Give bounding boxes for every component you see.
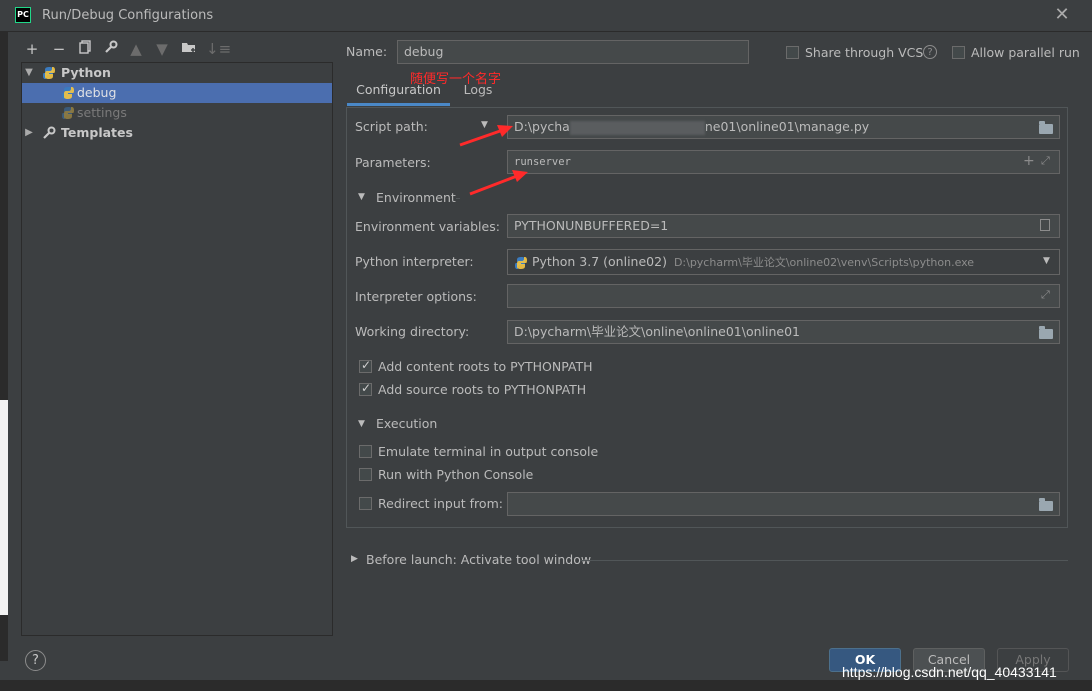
- tree-item-templates[interactable]: ▶ Templates: [22, 123, 332, 143]
- section-divider: [580, 560, 1068, 561]
- allow-parallel-checkbox[interactable]: [952, 46, 965, 59]
- interpreter-select[interactable]: Python 3.7 (online02) D:\pycharm\毕业论文\on…: [507, 249, 1060, 275]
- parameters-label: Parameters:: [355, 155, 431, 170]
- add-icon[interactable]: +: [23, 40, 41, 58]
- tree-item-settings[interactable]: settings: [22, 103, 332, 123]
- redirect-input-field[interactable]: [507, 492, 1060, 516]
- pycharm-icon: PC: [15, 7, 31, 23]
- tab-label: Configuration: [356, 82, 441, 97]
- python-icon: [43, 67, 55, 79]
- share-vcs-label: Share through VCS: [805, 45, 924, 60]
- tree-item-label: Python: [61, 65, 111, 80]
- tab-underline: [347, 103, 450, 106]
- run-python-console-checkbox[interactable]: [359, 468, 372, 481]
- allow-parallel-label: Allow parallel run: [971, 45, 1080, 60]
- interpreter-label: Python interpreter:: [355, 254, 474, 269]
- interpreter-options-input[interactable]: [507, 284, 1060, 308]
- add-source-roots-checkbox[interactable]: [359, 381, 372, 396]
- collapse-arrow-icon[interactable]: ▼: [358, 192, 365, 202]
- expand-arrow-icon[interactable]: ▶: [24, 123, 34, 143]
- background-status-strip: [0, 680, 1092, 691]
- share-vcs-checkbox[interactable]: [786, 46, 799, 59]
- help-button[interactable]: ?: [25, 650, 46, 671]
- python-icon: [62, 107, 74, 119]
- window-title: Run/Debug Configurations: [42, 8, 214, 23]
- tree-item-debug[interactable]: debug: [22, 83, 332, 103]
- env-vars-input[interactable]: PYTHONUNBUFFERED=1: [507, 214, 1060, 238]
- env-vars-label: Environment variables:: [355, 219, 500, 234]
- tab-logs[interactable]: Logs: [456, 80, 500, 104]
- interpreter-path: D:\pycharm\毕业论文\online02\venv\Scripts\py…: [673, 256, 975, 269]
- add-icon[interactable]: +: [1023, 153, 1035, 169]
- name-label: Name:: [346, 44, 388, 59]
- tab-label: Logs: [463, 82, 493, 97]
- python-icon: [62, 87, 74, 99]
- tab-configuration[interactable]: Configuration: [347, 80, 450, 104]
- blurred-region: [569, 120, 705, 135]
- wrench-icon: [43, 126, 56, 139]
- edit-env-icon[interactable]: [1040, 219, 1050, 231]
- add-content-roots-checkbox[interactable]: [359, 358, 372, 373]
- sort-icon[interactable]: ↓≡: [206, 40, 231, 58]
- tree-item-python[interactable]: ▼ Python: [22, 63, 332, 83]
- run-python-console-label: Run with Python Console: [378, 467, 534, 482]
- help-icon[interactable]: ?: [923, 45, 937, 59]
- collapse-arrow-icon[interactable]: ▼: [358, 419, 365, 429]
- python-icon: [515, 256, 527, 269]
- configuration-tree: ▼ Python debug settings ▶ Templates: [21, 62, 333, 636]
- wrench-icon[interactable]: [102, 40, 120, 58]
- name-input[interactable]: debug: [397, 40, 749, 64]
- execution-section-title: Execution: [376, 416, 438, 431]
- chevron-down-icon[interactable]: ▼: [1043, 256, 1050, 266]
- watermark: https://blog.csdn.net/qq_40433141: [842, 664, 1057, 680]
- parameters-input[interactable]: runserver: [507, 150, 1060, 174]
- script-path-label: Script path:: [355, 119, 428, 134]
- annotation-arrows: [459, 125, 528, 196]
- emulate-terminal-label: Emulate terminal in output console: [378, 444, 599, 459]
- add-content-roots-label: Add content roots to PYTHONPATH: [378, 359, 593, 374]
- script-path-input[interactable]: D:\pycha ne01\online01\manage.py: [507, 115, 1060, 139]
- close-icon[interactable]: ✕: [1052, 4, 1072, 26]
- redirect-input-checkbox[interactable]: [359, 497, 372, 510]
- interpreter-value: Python 3.7 (online02): [532, 254, 667, 269]
- add-source-roots-label: Add source roots to PYTHONPATH: [378, 382, 587, 397]
- tree-item-label: debug: [77, 85, 117, 100]
- copy-icon[interactable]: [76, 40, 94, 58]
- expand-icon[interactable]: ⤢: [1041, 288, 1050, 302]
- before-launch-label[interactable]: Before launch: Activate tool window: [366, 552, 591, 567]
- emulate-terminal-checkbox[interactable]: [359, 445, 372, 458]
- environment-section-title: Environment: [376, 190, 456, 205]
- redirect-input-label: Redirect input from:: [378, 496, 503, 511]
- interpreter-options-label: Interpreter options:: [355, 289, 477, 304]
- move-down-icon[interactable]: ▼: [153, 40, 171, 58]
- expand-arrow-icon[interactable]: ▼: [24, 63, 34, 83]
- working-dir-input[interactable]: D:\pycharm\毕业论文\online\online01\online01: [507, 320, 1060, 344]
- working-dir-label: Working directory:: [355, 324, 470, 339]
- tree-item-label: settings: [77, 105, 127, 120]
- tree-item-label: Templates: [61, 125, 133, 140]
- expand-icon[interactable]: ⤢: [1041, 154, 1050, 168]
- script-path-suffix: ne01\online01\manage.py: [704, 119, 870, 134]
- move-up-icon[interactable]: ▲: [127, 40, 145, 58]
- expand-arrow-icon[interactable]: ▶: [351, 554, 358, 564]
- section-divider: [456, 198, 460, 199]
- background-window-page: [0, 400, 8, 615]
- remove-icon[interactable]: −: [50, 40, 68, 58]
- new-folder-icon[interactable]: [180, 40, 198, 58]
